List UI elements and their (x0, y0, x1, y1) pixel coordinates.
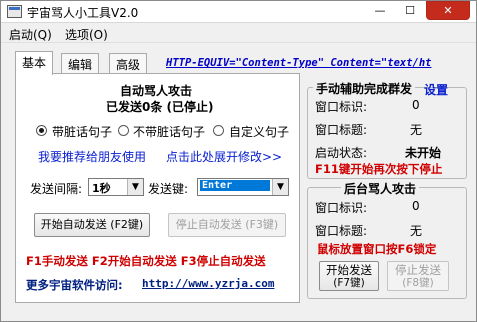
menu-bar: 启动(Q) 选项(O) (1, 23, 476, 43)
menu-options[interactable]: 选项(O) (65, 26, 108, 43)
start-state-label: 启动状态: (315, 146, 368, 160)
start-send-line1: 开始发送 (326, 263, 372, 277)
start-send-f7-button[interactable]: 开始发送 (F7键) (319, 261, 379, 291)
website-link[interactable]: http://www.yzrja.com (142, 277, 274, 290)
start-state-value: 未开始 (405, 146, 442, 160)
send-key-value: Enter (200, 180, 270, 191)
manual-window-title-value: 无 (410, 123, 423, 137)
stop-send-f8-button[interactable]: 停止发送 (F8键) (387, 261, 449, 291)
close-button[interactable]: ✕ (426, 1, 470, 20)
radio-custom-sentences[interactable] (213, 125, 224, 136)
auto-attack-status: 已发送0条 (已停止) (106, 100, 214, 114)
menu-start[interactable]: 启动(Q) (9, 26, 52, 43)
radio-clean-label: 不带脏话句子 (133, 125, 206, 139)
interval-select[interactable]: 1秒 ▼ (88, 178, 144, 196)
title-bar[interactable]: 宇宙骂人小工具V2.0 — ☐ ✕ (1, 1, 476, 23)
bg-window-title-label: 窗口标题: (315, 224, 368, 238)
minimize-button[interactable]: — (366, 2, 394, 20)
bg-window-title-value: 无 (410, 224, 423, 238)
bg-window-id-value: 0 (412, 199, 420, 213)
manual-window-title-label: 窗口标题: (315, 123, 368, 137)
settings-link[interactable]: 设置 (424, 81, 448, 98)
hotkeys-hint: F1手动发送 F2开始自动发送 F3停止自动发送 (26, 254, 266, 268)
basic-tab-panel: 自动骂人攻击 已发送0条 (已停止) 带脏话句子 不带脏话句子 自定义句子 我要… (15, 73, 300, 303)
send-key-select[interactable]: Enter ▼ (197, 178, 289, 196)
radio-custom-label: 自定义句子 (229, 125, 290, 139)
send-key-label: 发送键: (148, 182, 189, 196)
tab-edit[interactable]: 编辑 (61, 53, 100, 73)
interval-value: 1秒 (92, 182, 111, 195)
start-auto-send-button[interactable]: 开始自动发送 (F2键) (34, 213, 150, 237)
chevron-down-icon: ▼ (127, 179, 143, 195)
manual-assist-title: 手动辅助完成群发 (313, 80, 416, 97)
window-title: 宇宙骂人小工具V2.0 (27, 6, 139, 20)
tab-advanced[interactable]: 高级 (109, 53, 148, 73)
app-window: 宇宙骂人小工具V2.0 — ☐ ✕ 启动(Q) 选项(O) 基本 编辑 高级 H… (0, 0, 477, 322)
stop-auto-send-button[interactable]: 停止自动发送 (F3键) (168, 213, 286, 237)
maximize-button[interactable]: ☐ (396, 2, 424, 20)
radio-clean-sentences[interactable] (118, 125, 129, 136)
manual-window-id-value: 0 (412, 98, 420, 112)
expand-settings-link[interactable]: 点击此处展开修改>> (166, 148, 282, 165)
radio-dirty-label: 带脏话句子 (52, 125, 113, 139)
stop-send-line2: (F8键) (402, 277, 434, 289)
f11-hint: F11键开始再次按下停止 (315, 162, 443, 176)
recommend-link[interactable]: 我要推荐给朋友使用 (38, 148, 146, 165)
app-icon (7, 5, 22, 18)
f6-hint: 鼠标放置窗口按F6锁定 (317, 242, 437, 256)
bg-window-id-label: 窗口标识: (315, 201, 368, 215)
background-attack-title: 后台骂人攻击 (341, 180, 420, 197)
manual-window-id-label: 窗口标识: (315, 100, 368, 114)
tab-basic[interactable]: 基本 (15, 51, 54, 75)
chevron-down-icon: ▼ (272, 179, 288, 195)
stop-send-line1: 停止发送 (395, 263, 441, 277)
interval-label: 发送间隔: (30, 182, 83, 196)
radio-dirty-sentences[interactable] (36, 125, 47, 136)
visit-label: 更多宇宙软件访问: (26, 278, 123, 292)
start-send-line2: (F7键) (333, 277, 365, 289)
http-equiv-text: HTTP-EQUIV="Content-Type" Content="text/… (166, 57, 432, 69)
auto-attack-title: 自动骂人攻击 (120, 84, 193, 98)
